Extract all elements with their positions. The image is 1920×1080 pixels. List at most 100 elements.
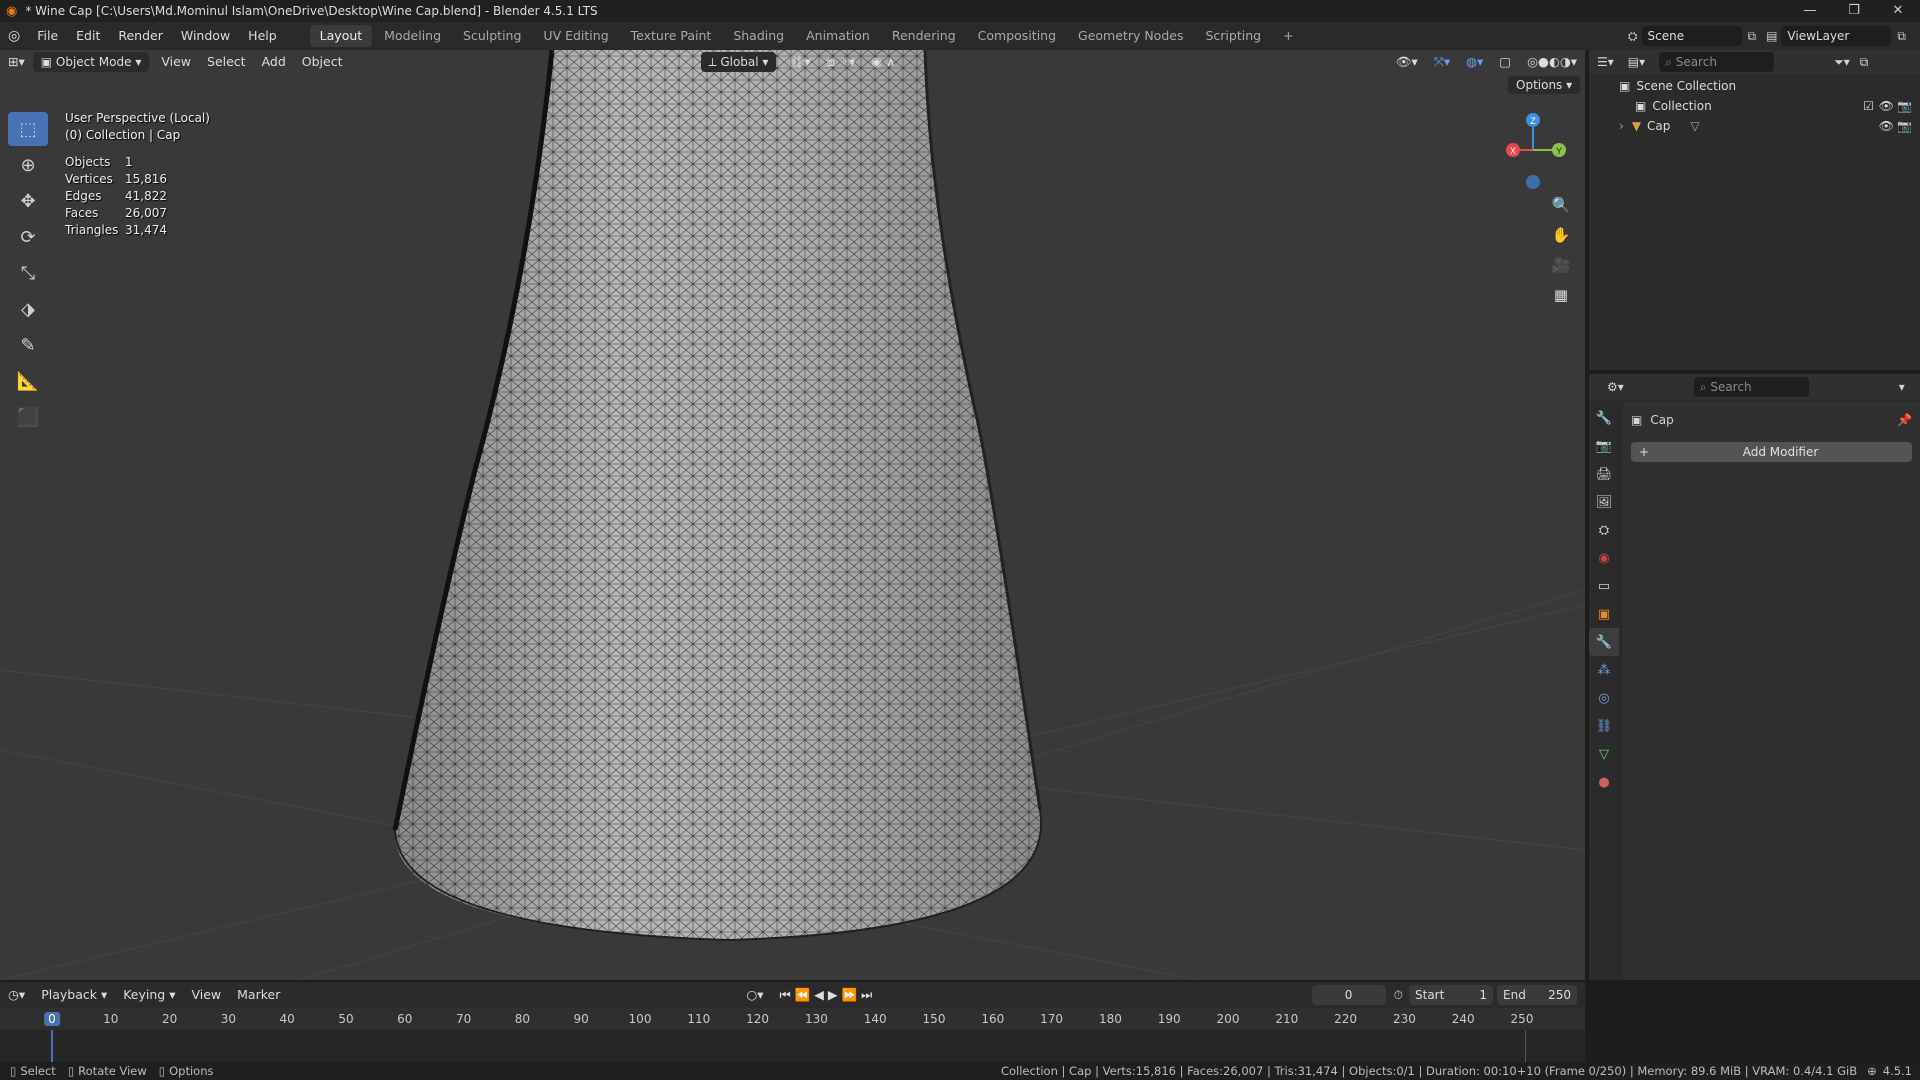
maximize-button[interactable]: ❐ — [1832, 0, 1876, 22]
select-box-tool-icon[interactable]: ⬚ — [8, 112, 48, 146]
tab-scripting[interactable]: Scripting — [1195, 25, 1271, 47]
autokey-icon[interactable]: ○▾ — [738, 984, 771, 1006]
menu-playback[interactable]: Playback ▾ — [33, 984, 115, 1006]
render-tab-icon[interactable]: 📷 — [1589, 432, 1619, 460]
physics-tab-icon[interactable]: ◎ — [1589, 684, 1619, 712]
tab-texture-paint[interactable]: Texture Paint — [621, 25, 722, 47]
tab-geometry-nodes[interactable]: Geometry Nodes — [1068, 25, 1193, 47]
menu-keying[interactable]: Keying ▾ — [115, 984, 183, 1006]
object-tab-icon[interactable]: ▣ — [1589, 600, 1619, 628]
tab-layout[interactable]: Layout — [309, 25, 373, 47]
tab-animation[interactable]: Animation — [796, 25, 880, 47]
tab-shading[interactable]: Shading — [723, 25, 794, 47]
filter-icon[interactable]: ⏷▾ — [1834, 55, 1850, 70]
options-button[interactable]: Options ▾ — [1508, 76, 1581, 94]
viewlayer-field[interactable]: ViewLayer — [1781, 26, 1892, 46]
current-frame-field[interactable]: 0 — [1311, 985, 1386, 1005]
scale-tool-icon[interactable]: ⤡ — [8, 256, 48, 290]
navigation-gizmo[interactable]: Z X Y — [1506, 113, 1566, 189]
menu-help[interactable]: Help — [239, 22, 286, 50]
display-mode-icon[interactable]: ▤▾ — [1628, 55, 1645, 69]
close-button[interactable]: ✕ — [1876, 0, 1920, 22]
scene-tab-icon[interactable]: ⛭ — [1589, 516, 1619, 544]
menu-file[interactable]: File — [28, 22, 67, 50]
end-frame-field[interactable]: End 250 — [1497, 985, 1577, 1005]
menu-select[interactable]: Select — [199, 51, 254, 73]
modifier-tab-icon[interactable]: 🔧 — [1589, 628, 1619, 656]
visibility-eye-icon[interactable]: 👁 — [1879, 116, 1894, 136]
proportional-edit-icon[interactable]: ◉ ∧ — [863, 51, 903, 73]
viewport-canvas[interactable]: Z X Y — [0, 50, 1585, 980]
new-collection-icon[interactable]: ⧉ — [1860, 55, 1869, 70]
ortho-grid-icon[interactable]: ▦ — [1548, 282, 1574, 308]
tool-tab-icon[interactable]: 🔧 — [1589, 404, 1619, 432]
pan-hand-icon[interactable]: ✋ — [1548, 222, 1574, 248]
mode-dropdown[interactable]: ▣ Object Mode ▾ — [32, 52, 150, 72]
transform-tool-icon[interactable]: ⬗ — [8, 292, 48, 326]
overlay-toggle-icon[interactable]: ◍▾ — [1458, 51, 1491, 73]
annotate-tool-icon[interactable]: ✎ — [8, 328, 48, 362]
collection-tab-icon[interactable]: ▭ — [1589, 572, 1619, 600]
playback-controls[interactable]: ⏮ ⏪ ◀ ▶ ⏩ ⏭ — [772, 984, 881, 1006]
menu-add[interactable]: Add — [254, 51, 294, 73]
tab-sculpting[interactable]: Sculpting — [453, 25, 531, 47]
render-camera-icon[interactable]: 📷 — [1897, 96, 1912, 116]
gizmo-toggle-icon[interactable]: ⤧▾ — [1426, 51, 1458, 73]
camera-view-icon[interactable]: 🎥 — [1548, 252, 1574, 278]
pivot-icon[interactable]: ⛓▾ — [780, 51, 818, 73]
menu-timeline-view[interactable]: View — [183, 984, 229, 1006]
start-frame-field[interactable]: Start 1 — [1409, 985, 1493, 1005]
new-scene-icon[interactable]: ⧉ — [1748, 29, 1757, 44]
timeline-editor-icon[interactable]: ◷▾ — [0, 984, 33, 1006]
visibility-eye-icon[interactable]: 👁 — [1879, 96, 1894, 116]
move-tool-icon[interactable]: ✥ — [8, 184, 48, 218]
rotate-tool-icon[interactable]: ⟳ — [8, 220, 48, 254]
menu-marker[interactable]: Marker — [229, 984, 288, 1006]
editor-type-icon[interactable]: ⊞▾ — [0, 51, 33, 73]
cursor-tool-icon[interactable]: ⊕ — [8, 148, 48, 182]
snap-icon[interactable]: ⧈ ⁘▾ — [819, 51, 864, 73]
exclude-checkbox[interactable]: ☑ — [1863, 96, 1874, 116]
collapse-icon[interactable]: ▾ — [1899, 380, 1905, 394]
visibility-icon[interactable]: 👁▾ — [1388, 51, 1426, 73]
data-tab-icon[interactable]: ▽ — [1589, 740, 1619, 768]
pin-icon[interactable]: 📌 — [1897, 413, 1912, 427]
particles-tab-icon[interactable]: ⁂ — [1589, 656, 1619, 684]
tree-item-collection[interactable]: ▣ Collection ☑ 👁 📷 — [1589, 96, 1920, 116]
shading-modes-icon[interactable]: ◎●◐◑▾ — [1519, 51, 1585, 73]
view-layer-tab-icon[interactable]: 🖼 — [1589, 488, 1619, 516]
tree-item-scene-collection[interactable]: ▣ Scene Collection — [1589, 76, 1920, 96]
menu-render[interactable]: Render — [109, 22, 172, 50]
material-tab-icon[interactable]: ● — [1589, 768, 1619, 796]
tab-uv-editing[interactable]: UV Editing — [533, 25, 618, 47]
add-cube-tool-icon[interactable]: ⬛ — [8, 400, 48, 434]
world-tab-icon[interactable]: ◉ — [1589, 544, 1619, 572]
render-camera-icon[interactable]: 📷 — [1897, 116, 1912, 136]
zoom-icon[interactable]: 🔍 — [1548, 192, 1574, 218]
add-workspace-button[interactable]: + — [1273, 25, 1303, 47]
xray-icon[interactable]: ▢ — [1491, 51, 1519, 73]
minimize-button[interactable]: — — [1788, 0, 1832, 22]
menu-edit[interactable]: Edit — [67, 22, 109, 50]
output-tab-icon[interactable]: 🖨 — [1589, 460, 1619, 488]
orientation-dropdown[interactable]: ⟂ Global ▾ — [700, 52, 777, 72]
menu-view[interactable]: View — [153, 51, 199, 73]
3d-viewport[interactable]: Z X Y ⊞▾ ▣ Object Mode ▾ View Select Add… — [0, 50, 1585, 980]
menu-window[interactable]: Window — [172, 22, 239, 50]
outliner-editor-icon[interactable]: ☰▾ — [1597, 55, 1614, 69]
constraints-tab-icon[interactable]: ⛓ — [1589, 712, 1619, 740]
scene-field[interactable]: Scene — [1641, 26, 1742, 46]
preview-range-icon[interactable]: ⏱ — [1394, 988, 1403, 1003]
expand-arrow-icon[interactable]: › — [1619, 116, 1624, 136]
cap-mesh-object[interactable] — [392, 50, 1043, 942]
new-viewlayer-icon[interactable]: ⧉ — [1897, 29, 1906, 44]
properties-search[interactable]: ⌕ Search — [1693, 377, 1809, 397]
add-modifier-button[interactable]: + Add Modifier — [1631, 442, 1912, 462]
properties-editor-icon[interactable]: ⚙▾ — [1607, 380, 1624, 394]
blender-menu-icon[interactable]: ◎ — [0, 28, 28, 44]
measure-tool-icon[interactable]: 📐 — [8, 364, 48, 398]
tab-rendering[interactable]: Rendering — [882, 25, 966, 47]
tree-item-cap[interactable]: › ▼ Cap ▽ 👁 📷 — [1589, 116, 1920, 136]
frame-ruler[interactable]: 0 10 20 30 40 50 60 70 80 90 100 110 120 130 140 150 160… — [0, 1008, 1585, 1030]
tab-modeling[interactable]: Modeling — [374, 25, 451, 47]
